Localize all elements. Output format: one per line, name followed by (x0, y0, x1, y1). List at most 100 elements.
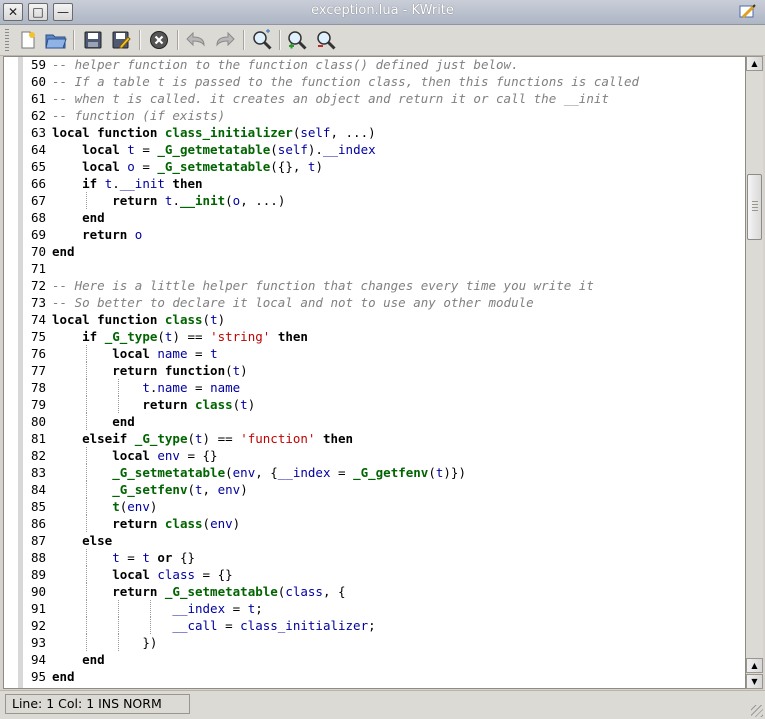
code-line[interactable]: 82 local env = {} (4, 447, 218, 464)
code-line[interactable]: 96 (4, 685, 48, 688)
new-document-button[interactable] (16, 28, 40, 52)
indent-guide (118, 600, 120, 617)
close-document-button[interactable] (147, 28, 171, 52)
token-kw: return (112, 516, 165, 531)
scroll-up-button[interactable]: ▲ (746, 56, 763, 71)
token-op (52, 346, 112, 361)
code-line[interactable]: 78 t.name = name (4, 379, 240, 396)
code-line[interactable]: 92 __call = class_initializer; (4, 617, 376, 634)
scroll-down-button[interactable]: ▼ (746, 674, 763, 689)
code-line[interactable]: 84 _G_setfenv(t, env) (4, 481, 248, 498)
token-kw: local (82, 142, 128, 157)
undo-button[interactable] (184, 28, 208, 52)
save-as-button[interactable] (109, 28, 133, 52)
code-line[interactable]: 66 if t.__init then (4, 175, 203, 192)
code-line[interactable]: 70 end (4, 243, 75, 260)
code-line[interactable]: 95 end (4, 668, 75, 685)
code-line[interactable]: 76 local name = t (4, 345, 218, 362)
scrollbar-thumb[interactable] (747, 174, 762, 240)
main-toolbar (0, 25, 765, 56)
code-line[interactable]: 87 else (4, 532, 112, 549)
line-number: 72 (30, 278, 46, 293)
resize-grip[interactable] (751, 705, 763, 717)
code-line[interactable]: 63 local function class_initializer(self,… (4, 124, 376, 141)
code-line[interactable]: 67 return t.__init(o, ...) (4, 192, 285, 209)
token-op (52, 397, 142, 412)
code-line[interactable]: 64 local t = _G_getmetatable(self).__ind… (4, 141, 376, 158)
code-line[interactable]: 59 -- helper function to the function cla… (4, 57, 519, 73)
code-text: -- Here is a little helper function that… (52, 277, 594, 294)
code-line[interactable]: 62 -- function (if exists) (4, 107, 225, 124)
code-line[interactable]: 61 -- when t is called. it creates an obj… (4, 90, 609, 107)
save-button[interactable] (81, 28, 105, 52)
save-as-icon (112, 31, 131, 49)
code-line[interactable]: 77 return function(t) (4, 362, 248, 379)
code-line[interactable]: 88 t = t or {} (4, 549, 195, 566)
arrow-up-icon: ▲ (751, 661, 758, 670)
token-fn: class_initializer (164, 125, 293, 140)
code-line[interactable]: 74 local function class(t) (4, 311, 225, 328)
code-text: t = t or {} (52, 549, 195, 566)
indent-guide (86, 515, 88, 532)
line-number: 85 (30, 499, 46, 514)
token-op: = {} (195, 567, 233, 582)
token-op: ( (428, 465, 436, 480)
token-kw: then (270, 329, 308, 344)
token-op: , (202, 482, 218, 497)
code-text: end (52, 243, 75, 260)
code-line[interactable]: 83 _G_setmetatable(env, {__index = _G_ge… (4, 464, 466, 481)
token-kw: return (142, 397, 195, 412)
line-number: 74 (30, 312, 46, 327)
code-text: t.name = name (52, 379, 240, 396)
token-fn: __init (179, 193, 226, 208)
line-number: 89 (30, 567, 46, 582)
token-op (52, 431, 82, 446)
indent-guide (86, 396, 88, 413)
line-number: 78 (30, 380, 46, 395)
code-line[interactable]: 60 -- If a table t is passed to the funct… (4, 73, 639, 90)
code-line[interactable]: 80 end (4, 413, 135, 430)
token-var: t (240, 397, 248, 412)
code-text: __call = class_initializer; (52, 617, 375, 634)
code-line[interactable]: 85 t(env) (4, 498, 157, 515)
scroll-up-button-lower[interactable]: ▲ (746, 658, 763, 673)
code-line[interactable]: 75 if _G_type(t) == 'string' then (4, 328, 308, 345)
vertical-scrollbar[interactable]: ▲ ▲ ▼ (746, 56, 763, 689)
line-number: 75 (30, 329, 46, 344)
code-line[interactable]: 91 __index = t; (4, 600, 263, 617)
code-line[interactable]: 73 -- So better to declare it local and n… (4, 294, 534, 311)
token-str: 'function' (240, 431, 316, 446)
code-line[interactable]: 71 (4, 260, 48, 277)
indent-guide (86, 498, 88, 515)
code-line[interactable]: 89 local class = {} (4, 566, 233, 583)
token-op (52, 210, 82, 225)
indent-guide (150, 600, 152, 617)
code-line[interactable]: 68 end (4, 209, 105, 226)
toolbar-grip[interactable] (5, 29, 9, 51)
indent-guide (86, 345, 88, 362)
open-file-button[interactable] (44, 28, 68, 52)
code-line[interactable]: 86 return class(env) (4, 515, 240, 532)
token-var: env (217, 482, 241, 497)
line-number: 64 (30, 142, 46, 157)
redo-button[interactable] (213, 28, 237, 52)
indent-guide (86, 413, 88, 430)
zoom-in-button[interactable] (285, 28, 309, 52)
code-line[interactable]: 81 elseif _G_type(t) == 'function' then (4, 430, 353, 447)
text-editor[interactable]: 59 -- helper function to the function cla… (3, 56, 746, 689)
undo-icon (186, 31, 205, 47)
find-button[interactable] (250, 28, 274, 52)
token-fn: class (164, 516, 203, 531)
token-fn: _G_type (104, 329, 158, 344)
code-line[interactable]: 90 return _G_setmetatable(class, { (4, 583, 346, 600)
code-line[interactable]: 69 return o (4, 226, 142, 243)
code-line[interactable]: 94 end (4, 651, 105, 668)
token-kw: end (52, 669, 75, 684)
code-text: return class(t) (52, 396, 255, 413)
code-line[interactable]: 93 }) (4, 634, 157, 651)
code-line[interactable]: 65 local o = _G_setmetatable({}, t) (4, 158, 323, 175)
code-line[interactable]: 72 -- Here is a little helper function th… (4, 277, 594, 294)
arrow-down-icon: ▼ (751, 677, 758, 686)
zoom-out-button[interactable] (314, 28, 338, 52)
code-line[interactable]: 79 return class(t) (4, 396, 255, 413)
